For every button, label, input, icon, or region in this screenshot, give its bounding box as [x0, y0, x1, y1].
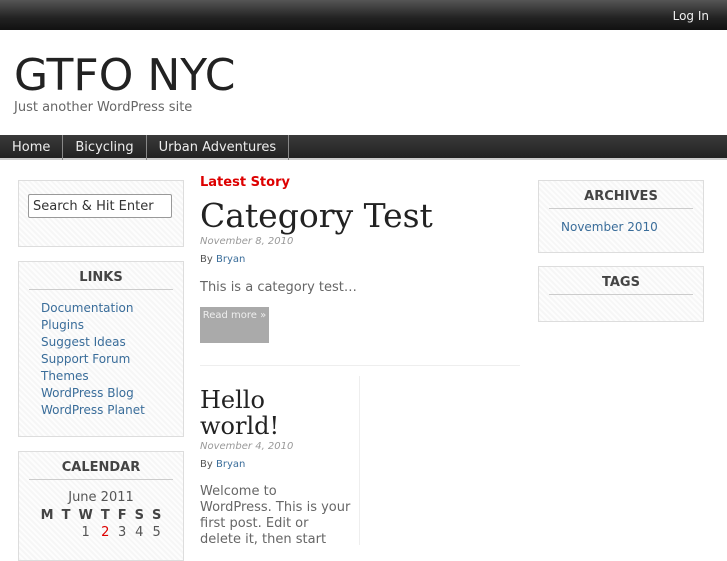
- calendar-day: 5: [152, 525, 161, 540]
- link-plugins[interactable]: Plugins: [41, 318, 84, 332]
- divider: [200, 365, 520, 366]
- divider: [359, 376, 360, 545]
- tags-title: TAGS: [549, 275, 693, 295]
- nav-urban-adventures[interactable]: Urban Adventures: [147, 135, 290, 160]
- link-wordpress-blog[interactable]: WordPress Blog: [41, 386, 134, 400]
- archives-title: ARCHIVES: [549, 189, 693, 209]
- author-link[interactable]: Bryan: [216, 254, 245, 265]
- calendar-day: 3: [117, 525, 127, 540]
- archive-link[interactable]: November 2010: [561, 220, 658, 234]
- post-title[interactable]: Category Test: [200, 196, 433, 235]
- main-nav: Home Bicycling Urban Adventures: [0, 135, 727, 160]
- search-input[interactable]: [28, 194, 172, 218]
- calendar-day: 4: [135, 525, 144, 540]
- calendar-month: June 2011: [68, 490, 134, 505]
- post-date: November 4, 2010: [200, 441, 294, 452]
- calendar-table: MTWTFSS 12345: [37, 507, 166, 541]
- link-wordpress-planet[interactable]: WordPress Planet: [41, 403, 145, 417]
- link-documentation[interactable]: Documentation: [41, 301, 134, 315]
- login-link[interactable]: Log In: [673, 9, 709, 23]
- read-more-button[interactable]: Read more »: [200, 307, 269, 343]
- site-tagline: Just another WordPress site: [14, 100, 193, 115]
- post-byline: By Bryan: [200, 254, 246, 265]
- links-title: LINKS: [29, 270, 173, 290]
- calendar-title: CALENDAR: [29, 460, 173, 480]
- post-title[interactable]: Hello world!: [200, 387, 350, 439]
- calendar-day-today[interactable]: 2: [97, 524, 114, 541]
- tags-widget: TAGS: [538, 266, 704, 322]
- post-excerpt: This is a category test…: [200, 280, 357, 295]
- link-themes[interactable]: Themes: [41, 369, 89, 383]
- author-link[interactable]: Bryan: [216, 459, 245, 470]
- top-bar: Log In: [0, 0, 727, 30]
- link-support-forum[interactable]: Support Forum: [41, 352, 130, 366]
- links-widget: LINKS Documentation Plugins Suggest Idea…: [18, 261, 184, 437]
- search-widget: [18, 180, 184, 247]
- nav-home[interactable]: Home: [0, 135, 64, 160]
- post-byline: By Bryan: [200, 459, 246, 470]
- nav-bicycling[interactable]: Bicycling: [63, 135, 147, 160]
- calendar-day: 1: [81, 525, 90, 540]
- post-date: November 8, 2010: [200, 236, 294, 247]
- archives-widget: ARCHIVES November 2010: [538, 180, 704, 253]
- link-suggest-ideas[interactable]: Suggest Ideas: [41, 335, 126, 349]
- site-title[interactable]: GTFO NYC: [14, 50, 235, 101]
- latest-story-label: Latest Story: [200, 175, 290, 190]
- post-excerpt: Welcome to WordPress. This is your first…: [200, 484, 351, 547]
